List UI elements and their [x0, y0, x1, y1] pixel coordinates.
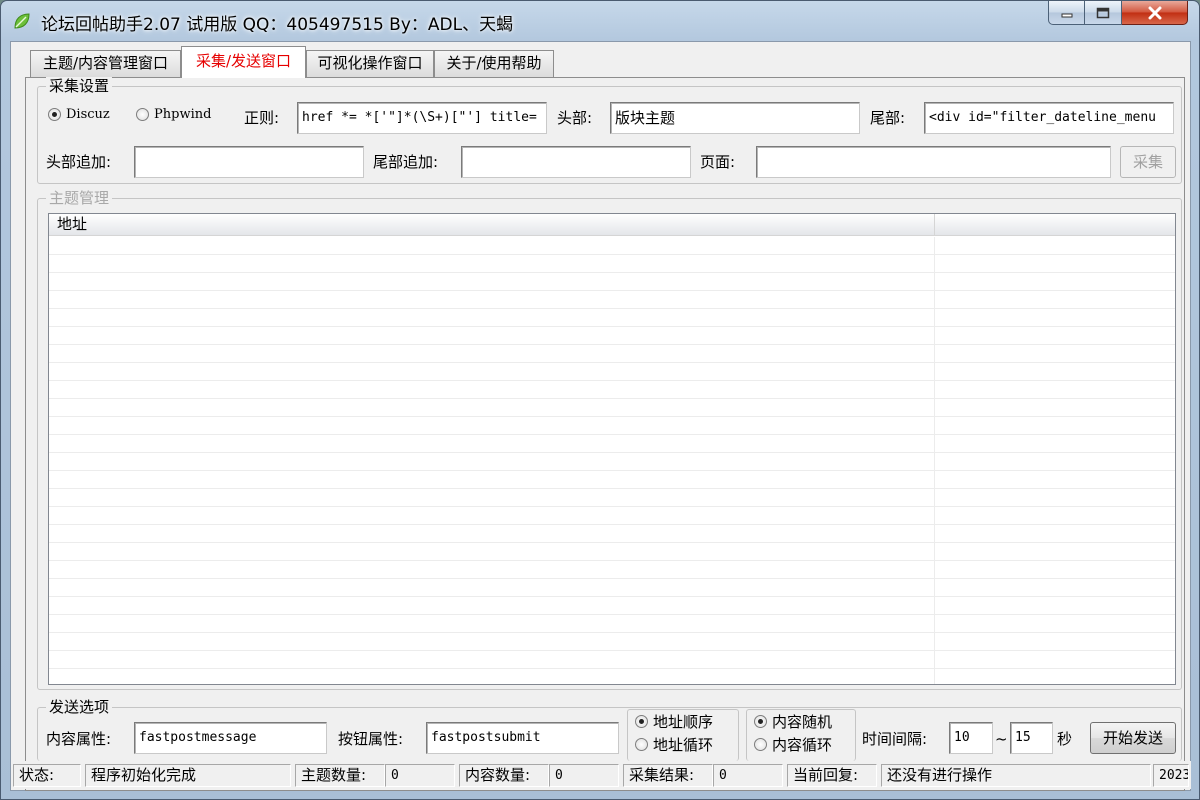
radio-discuz-dot: [48, 108, 61, 121]
topic-management-title: 主题管理: [46, 189, 113, 207]
radio-content-loop[interactable]: 内容循环: [754, 734, 832, 755]
radio-discuz[interactable]: Discuz: [48, 107, 110, 122]
status-collect-result-label: 采集结果:: [623, 764, 713, 787]
status-content-count-value: 0: [549, 764, 619, 787]
list-rows[interactable]: [49, 237, 1175, 684]
regex-label: 正则:: [244, 109, 280, 127]
app-window: 论坛回帖助手2.07 试用版 QQ：405497515 By：ADL、天蝎 主题…: [0, 0, 1200, 800]
list-header: 地址: [49, 214, 1175, 236]
tail-label: 尾部:: [870, 109, 906, 127]
content-attr-label: 内容属性:: [46, 730, 112, 748]
status-state-value: 程序初始化完成: [85, 764, 291, 787]
page-label: 页面:: [700, 153, 736, 171]
status-state-label: 状态:: [13, 764, 81, 787]
collect-settings-title: 采集设置: [46, 77, 113, 95]
send-options-title: 发送选项: [46, 698, 113, 716]
status-current-reply-label: 当前回复:: [787, 764, 877, 787]
button-attr-label: 按钮属性:: [338, 730, 404, 748]
radio-phpwind[interactable]: Phpwind: [136, 107, 211, 122]
tail-append-input[interactable]: [461, 146, 691, 178]
collect-button[interactable]: 采集: [1120, 146, 1176, 178]
close-icon: [1148, 6, 1161, 19]
interval-max-input[interactable]: 15: [1010, 722, 1053, 754]
leaf-icon: [14, 13, 30, 29]
radio-content-random[interactable]: 内容随机: [754, 711, 832, 732]
radio-discuz-label: Discuz: [66, 107, 110, 122]
radio-content-loop-dot: [754, 738, 767, 751]
close-button[interactable]: [1122, 1, 1188, 25]
minimize-button[interactable]: [1048, 1, 1085, 25]
radio-phpwind-dot: [136, 108, 149, 121]
tail-append-label: 尾部追加:: [373, 153, 439, 171]
column-header-extra[interactable]: [935, 214, 1175, 236]
title-bar[interactable]: 论坛回帖助手2.07 试用版 QQ：405497515 By：ADL、天蝎: [1, 1, 1199, 41]
start-send-button[interactable]: 开始发送: [1090, 722, 1176, 754]
interval-separator: ~: [995, 730, 1008, 748]
topic-list[interactable]: 地址: [48, 213, 1176, 685]
column-header-address[interactable]: 地址: [49, 214, 934, 236]
status-topic-count-label: 主题数量:: [295, 764, 385, 787]
radio-address-loop-dot: [635, 738, 648, 751]
radio-content-loop-label: 内容循环: [772, 736, 833, 754]
head-input[interactable]: 版块主题: [610, 102, 860, 134]
radio-address-loop[interactable]: 地址循环: [635, 734, 713, 755]
maximize-icon: [1096, 7, 1110, 18]
tab-content-management[interactable]: 主题/内容管理窗口: [30, 50, 181, 77]
radio-address-order-label: 地址顺序: [653, 713, 714, 731]
maximize-button[interactable]: [1085, 1, 1122, 25]
button-attr-input[interactable]: fastpostsubmit: [426, 722, 619, 754]
status-current-reply-value: 还没有进行操作: [881, 764, 1151, 787]
regex-input[interactable]: href *= *['"]*(\S+)["'] title=: [297, 102, 547, 134]
interval-unit: 秒: [1057, 730, 1073, 748]
radio-address-order[interactable]: 地址顺序: [635, 711, 713, 732]
status-topic-count-value: 0: [385, 764, 455, 787]
radio-phpwind-label: Phpwind: [154, 107, 212, 122]
status-collect-result-value: 0: [713, 764, 783, 787]
tab-collect-send[interactable]: 采集/发送窗口: [181, 46, 306, 78]
tail-input[interactable]: <div id="filter_dateline_menu: [924, 102, 1174, 134]
status-content-count-label: 内容数量:: [459, 764, 549, 787]
radio-content-random-label: 内容随机: [772, 713, 833, 731]
head-label: 头部:: [557, 109, 593, 127]
status-bar: 状态: 程序初始化完成 主题数量: 0 内容数量: 0 采集结果: 0 当前回复…: [11, 761, 1191, 789]
row-column-separator: [934, 237, 935, 684]
head-append-input[interactable]: [134, 146, 364, 178]
interval-label: 时间间隔:: [862, 730, 928, 748]
status-time: 2023:: [1153, 764, 1189, 787]
radio-content-random-dot: [754, 715, 767, 728]
radio-address-order-dot: [635, 715, 648, 728]
interval-min-input[interactable]: 10: [949, 722, 993, 754]
tab-about-help[interactable]: 关于/使用帮助: [434, 50, 554, 77]
content-attr-input[interactable]: fastpostmessage: [134, 722, 327, 754]
window-title: 论坛回帖助手2.07 试用版 QQ：405497515 By：ADL、天蝎: [41, 15, 514, 35]
minimize-icon: [1061, 13, 1072, 17]
head-append-label: 头部追加:: [46, 153, 112, 171]
page-input[interactable]: [756, 146, 1111, 178]
tab-visual-operation[interactable]: 可视化操作窗口: [306, 50, 434, 77]
radio-address-loop-label: 地址循环: [653, 736, 714, 754]
